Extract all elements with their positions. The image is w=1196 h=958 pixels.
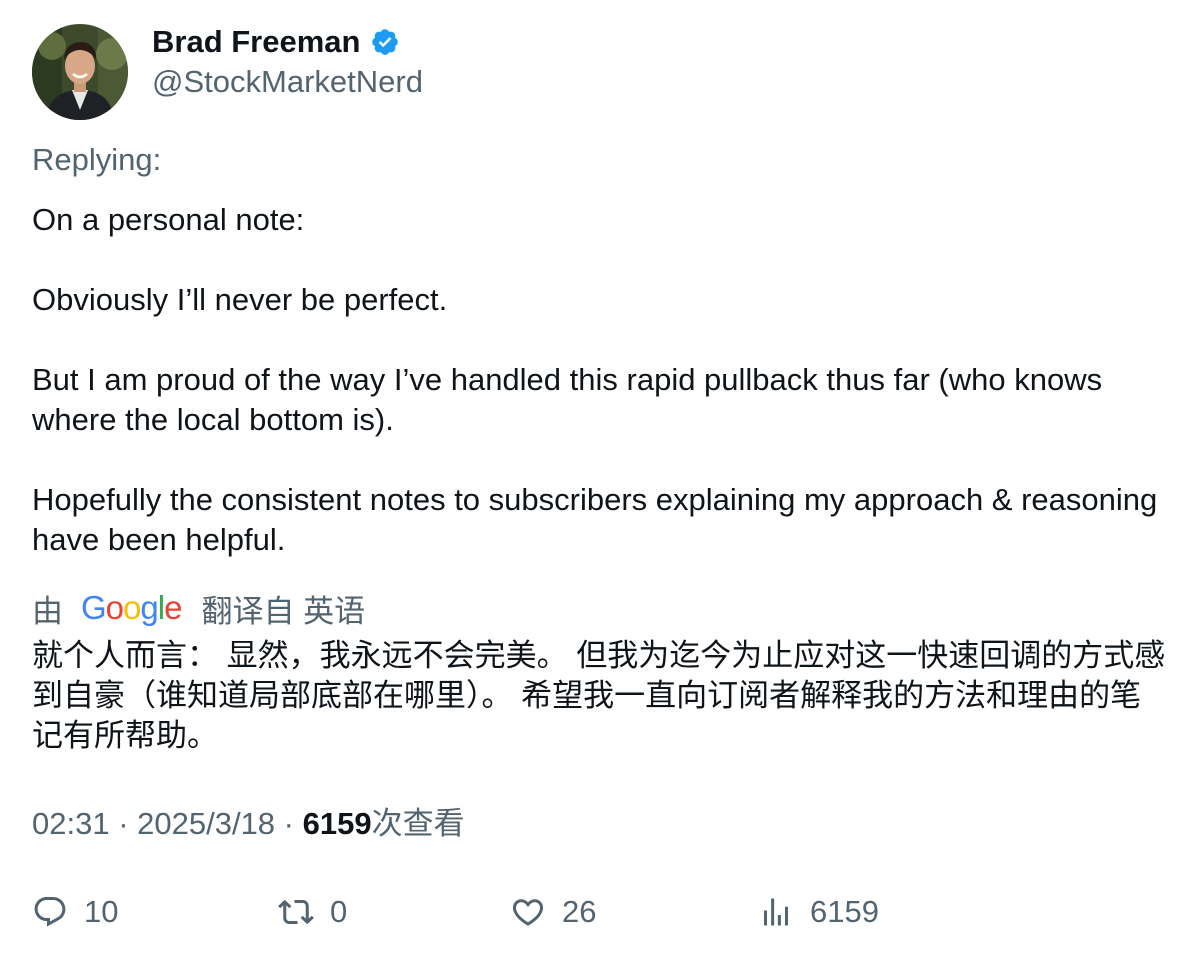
tweet-header: Brad Freeman @StockMarketNerd (32, 24, 423, 120)
tweet-date[interactable]: 2025/3/18 (137, 806, 275, 841)
translated-by-label: 由 (32, 593, 63, 629)
replying-label: Replying: (32, 142, 162, 177)
heart-icon (512, 899, 544, 926)
analytics-icon (764, 898, 788, 926)
tweet-paragraph: Hopefully the consistent notes to subscr… (32, 482, 1166, 557)
verified-badge-icon[interactable] (370, 27, 400, 57)
google-logo-letter: g (140, 589, 158, 626)
tweet-paragraph: But I am proud of the way I’ve handled t… (32, 362, 1111, 437)
views-count: 6159 (302, 806, 372, 841)
meta-separator: · (275, 806, 303, 841)
action-bar: 10 0 26 6159 (32, 890, 1172, 934)
retweet-count: 0 (330, 894, 348, 929)
tweet-text: On a personal note: Obviously I’ll never… (32, 200, 1172, 560)
retweet-button[interactable]: 0 (278, 890, 347, 934)
meta-separator: · (109, 806, 138, 841)
tweet-meta: 02:31 · 2025/3/18 · 6159次查看 (32, 804, 465, 844)
tweet-paragraph: On a personal note: (32, 202, 305, 237)
profile-avatar[interactable] (32, 24, 128, 120)
google-logo-letter: o (123, 589, 141, 626)
views-action-count: 6159 (810, 894, 879, 929)
google-logo-letter: G (81, 589, 107, 626)
views-button[interactable]: 6159 (758, 890, 879, 934)
translation-attribution: 由 Google 翻译自 英语 (32, 587, 365, 629)
retweet-icon (278, 899, 314, 925)
like-count: 26 (562, 894, 597, 929)
tweet-paragraph: Obviously I’ll never be perfect. (32, 282, 448, 317)
views-label: 次查看 (371, 806, 465, 841)
google-logo-letter: e (164, 589, 182, 626)
translated-text: 就个人而言： 显然，我永远不会完美。 但我为迄今为止应对这一快速回调的方式感到自… (32, 638, 1166, 753)
author-handle[interactable]: @StockMarketNerd (152, 62, 423, 102)
reply-count: 10 (84, 894, 119, 929)
reply-button[interactable]: 10 (32, 890, 118, 934)
reply-icon (34, 897, 66, 927)
author-display-name[interactable]: Brad Freeman (152, 24, 360, 60)
like-button[interactable]: 26 (510, 890, 596, 934)
google-logo: Google (81, 589, 182, 627)
tweet-time[interactable]: 02:31 (32, 806, 110, 841)
translated-from-label: 翻译自 英语 (201, 593, 366, 629)
google-logo-letter: o (105, 589, 124, 626)
